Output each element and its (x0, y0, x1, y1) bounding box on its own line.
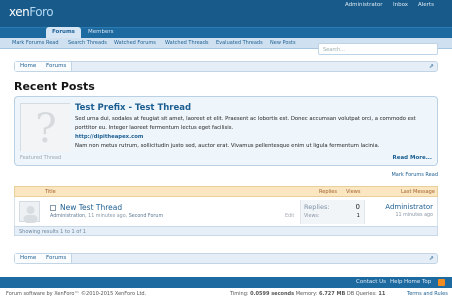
excerpt-text: Sed urna dui, sodales at feugiat sit ame… (75, 116, 416, 131)
footer-bar: Contact Us Help Home Top (0, 277, 452, 288)
tab-members[interactable]: Members (82, 27, 120, 38)
replies-count: 0 (355, 203, 360, 211)
rss-icon[interactable] (438, 279, 445, 286)
views-count: 1 (356, 213, 361, 219)
breadcrumb-bottom: Home Forums ⇗ (14, 253, 438, 264)
subnav-search-threads[interactable]: Search Threads (68, 40, 107, 46)
footer-legal: Forum software by XenForo™ ©2010-2015 Xe… (0, 288, 452, 300)
results-summary: Showing results 1 to 1 of 1 (14, 226, 438, 236)
logo-text-b: Foro (29, 5, 54, 19)
featured-thread-title[interactable]: Test Prefix - Test Thread (75, 103, 191, 113)
logo[interactable]: xenForo (9, 5, 54, 19)
terms-link[interactable]: Terms and Rules (407, 291, 448, 297)
jump-to-icon[interactable]: ⇗ (429, 255, 434, 262)
featured-thread-excerpt: Sed urna dui, sodales at feugiat sit ame… (75, 115, 435, 151)
memory-label: Memory: (295, 291, 318, 297)
breadcrumb-home[interactable]: Home (15, 254, 43, 263)
avatar[interactable] (19, 201, 40, 223)
table-row: New Test Thread Administration, 11 minut… (14, 197, 438, 226)
breadcrumb-forums[interactable]: Forums (41, 62, 73, 71)
placeholder-icon: ? (21, 104, 71, 152)
account-link[interactable]: Administrator (345, 2, 383, 8)
thread-time: 11 minutes ago (88, 214, 126, 219)
mark-forums-read-link[interactable]: Mark Forums Read (391, 172, 438, 178)
excerpt-link[interactable]: http://dipitheapex.com (75, 134, 143, 140)
col-last-message[interactable]: Last Message (401, 189, 435, 195)
thread-meta: Administration, 11 minutes ago, Second F… (50, 214, 164, 219)
featured-thread-image[interactable]: ? (20, 103, 71, 152)
svg-text:?: ? (35, 106, 56, 152)
timing-value: 0.0599 seconds (250, 291, 295, 297)
last-poster-link[interactable]: Administrator (385, 203, 433, 211)
edit-link[interactable]: Edit (285, 214, 294, 219)
alerts-link[interactable]: Alerts (418, 2, 434, 8)
col-views[interactable]: Views (346, 189, 360, 195)
thread-forum-link[interactable]: Second Forum (129, 214, 163, 219)
memory-value: 6.727 MB (318, 291, 346, 297)
col-title[interactable]: Title (45, 189, 56, 195)
subnav-new-posts[interactable]: New Posts (270, 40, 296, 46)
db-value: 11 (378, 291, 386, 297)
featured-thread-tag: Featured Thread (20, 155, 62, 161)
nav-tabs: Forums Members (0, 27, 452, 39)
footer-contact-us[interactable]: Contact Us (356, 279, 386, 285)
site-header: xenForo Administrator Inbox Alerts (0, 0, 452, 27)
col-replies[interactable]: Replies (319, 189, 337, 195)
read-more-link[interactable]: Read More... (393, 155, 433, 161)
copyright[interactable]: Forum software by XenForo™ ©2010-2015 Xe… (6, 291, 146, 297)
jump-to-icon[interactable]: ⇗ (429, 63, 434, 70)
breadcrumb-forums[interactable]: Forums (41, 254, 73, 263)
timing-label: Timing: (230, 291, 249, 297)
logo-text-a: xen (9, 5, 30, 19)
thread-title-link[interactable]: New Test Thread (60, 203, 122, 212)
thread-select-checkbox[interactable] (50, 205, 56, 211)
subnav-mark-read[interactable]: Mark Forums Read (12, 40, 59, 46)
breadcrumb-home[interactable]: Home (15, 62, 43, 71)
subnav-watched-threads[interactable]: Watched Threads (165, 40, 209, 46)
footer-help[interactable]: Help (390, 279, 403, 285)
featured-thread: ? Featured Thread Test Prefix - Test Thr… (14, 96, 438, 166)
subnav-evaluated-threads[interactable]: Evaluated Threads (216, 40, 263, 46)
footer-top[interactable]: Top (422, 279, 431, 285)
excerpt-text-2: Nam non metus rutrum, sollicitudin justo… (75, 143, 380, 149)
last-post-time: 11 minutes ago (395, 213, 434, 218)
page-title: Recent Posts (14, 80, 95, 93)
inbox-link[interactable]: Inbox (393, 2, 408, 8)
default-avatar-icon (23, 206, 38, 223)
db-label: DB Queries: (346, 291, 377, 297)
subnav-watched-forums[interactable]: Watched Forums (114, 40, 156, 46)
debug-timing: Timing: 0.0599 seconds Memory: 6.727 MB … (230, 291, 385, 297)
thread-author-link[interactable]: Administration (50, 214, 85, 219)
thread-stats: Replies: 0 Views: 1 (300, 200, 365, 224)
breadcrumb: Home Forums ⇗ (14, 61, 438, 72)
replies-label: Replies: (304, 203, 330, 211)
views-label: Views: (304, 214, 320, 219)
threads-table-header: Title Replies Views Last Message (14, 186, 438, 197)
search-input[interactable]: Search... (318, 43, 438, 55)
footer-home[interactable]: Home (404, 279, 420, 285)
